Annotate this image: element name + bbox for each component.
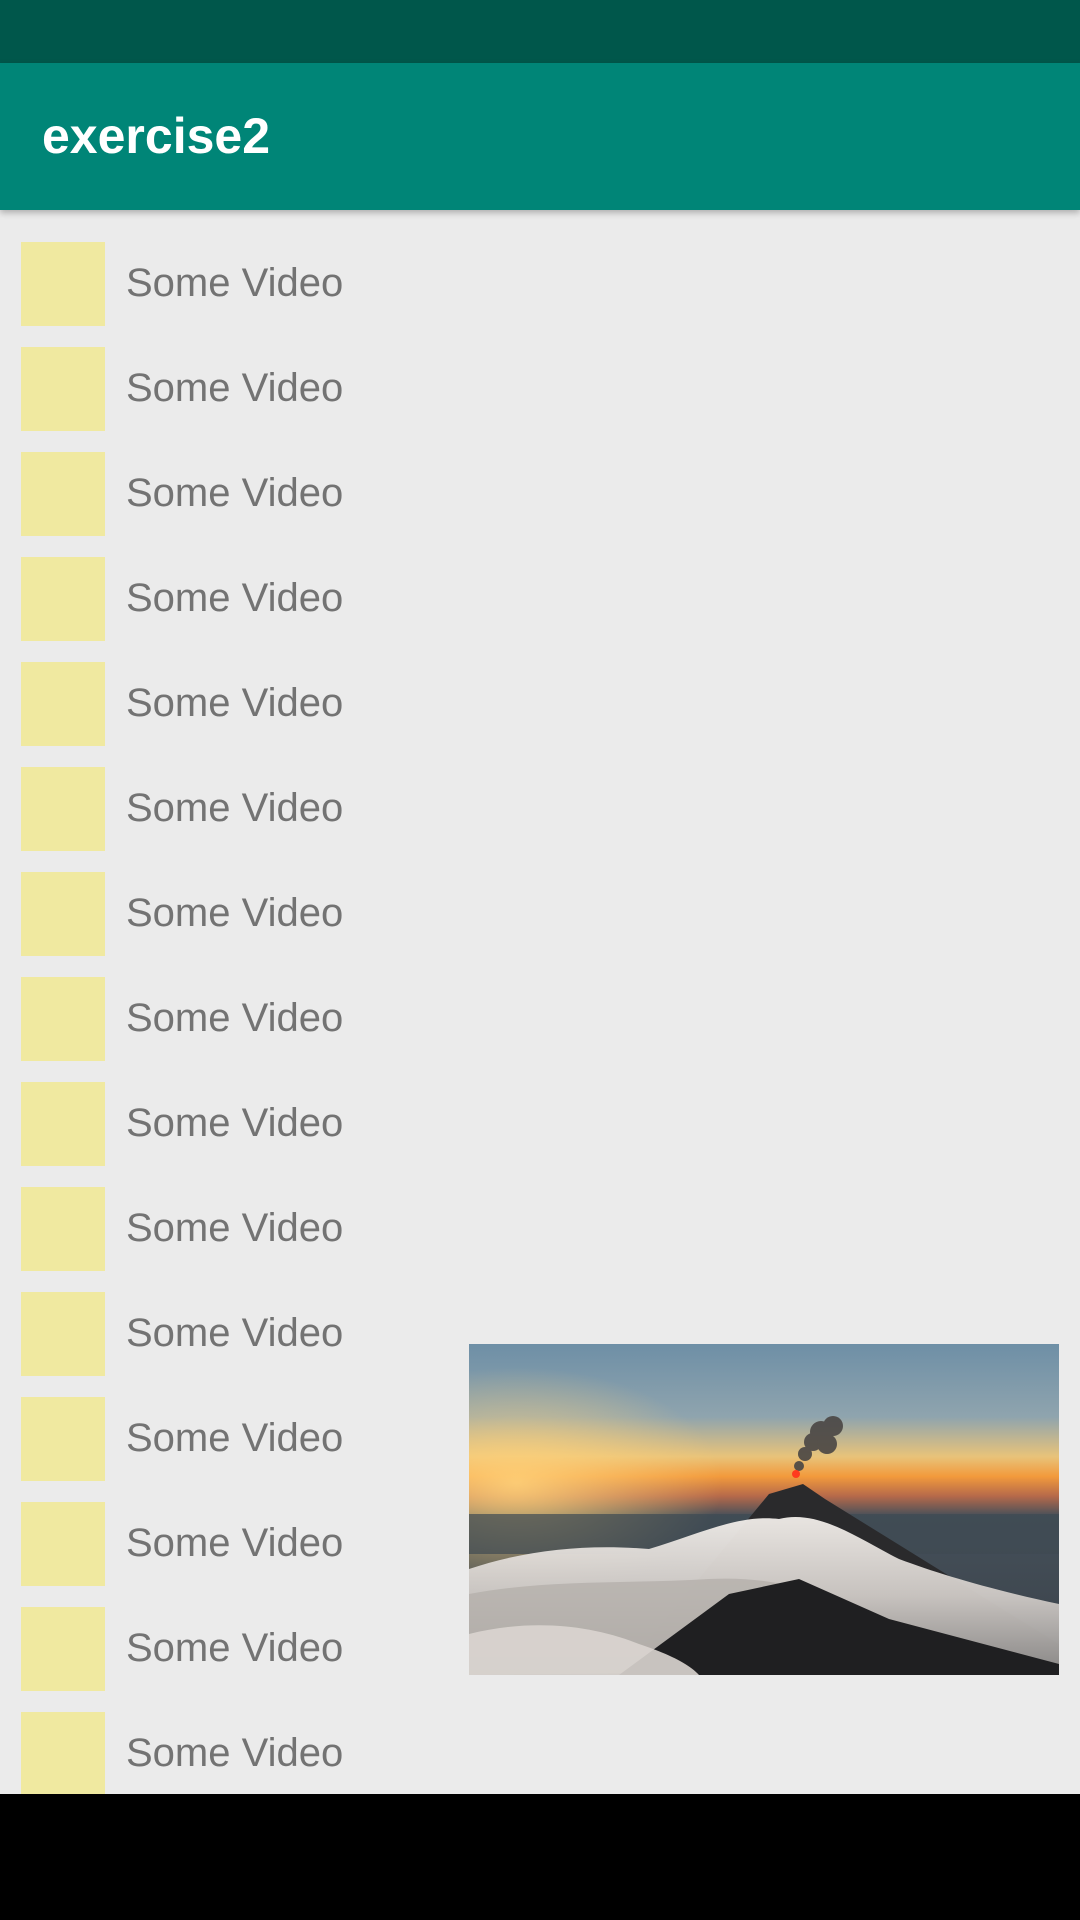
video-thumbnail	[21, 1606, 105, 1691]
video-thumbnail	[21, 451, 105, 536]
list-item[interactable]: Some Video	[0, 1701, 1080, 1794]
list-item[interactable]: Some Video	[0, 231, 1080, 336]
video-title: Some Video	[126, 681, 344, 725]
list-item[interactable]: Some Video	[0, 651, 1080, 756]
video-thumbnail	[21, 1081, 105, 1166]
video-thumbnail	[21, 1501, 105, 1586]
video-title: Some Video	[126, 1206, 344, 1250]
video-title: Some Video	[126, 786, 344, 830]
app-bar: exercise2	[0, 63, 1080, 210]
video-title: Some Video	[126, 1416, 344, 1460]
video-player[interactable]	[469, 1344, 1059, 1675]
status-bar	[0, 0, 1080, 63]
video-title: Some Video	[126, 891, 344, 935]
video-title: Some Video	[126, 1626, 344, 1670]
video-thumbnail	[21, 871, 105, 956]
video-title: Some Video	[126, 471, 344, 515]
video-thumbnail	[21, 241, 105, 326]
content-area: Some Video Some Video Some Video Some Video…	[0, 210, 1080, 1794]
video-thumbnail	[21, 1396, 105, 1481]
video-thumbnail	[21, 976, 105, 1061]
video-thumbnail	[21, 661, 105, 746]
video-title: Some Video	[126, 1521, 344, 1565]
list-item[interactable]: Some Video	[0, 1071, 1080, 1176]
video-thumbnail	[21, 556, 105, 641]
list-item[interactable]: Some Video	[0, 441, 1080, 546]
list-item[interactable]: Some Video	[0, 336, 1080, 441]
video-frame	[469, 1344, 1059, 1675]
list-item[interactable]: Some Video	[0, 1176, 1080, 1281]
video-title: Some Video	[126, 366, 344, 410]
video-thumbnail	[21, 1186, 105, 1271]
list-item[interactable]: Some Video	[0, 756, 1080, 861]
video-title: Some Video	[126, 996, 344, 1040]
navigation-bar	[0, 1794, 1080, 1920]
video-thumbnail	[21, 1711, 105, 1794]
video-thumbnail	[21, 766, 105, 851]
video-thumbnail	[21, 346, 105, 431]
video-title: Some Video	[126, 1731, 344, 1775]
video-title: Some Video	[126, 261, 344, 305]
video-title: Some Video	[126, 576, 344, 620]
list-item[interactable]: Some Video	[0, 966, 1080, 1071]
video-title: Some Video	[126, 1101, 344, 1145]
video-title: Some Video	[126, 1311, 344, 1355]
list-item[interactable]: Some Video	[0, 861, 1080, 966]
video-thumbnail	[21, 1291, 105, 1376]
list-item[interactable]: Some Video	[0, 546, 1080, 651]
app-title: exercise2	[42, 108, 271, 164]
